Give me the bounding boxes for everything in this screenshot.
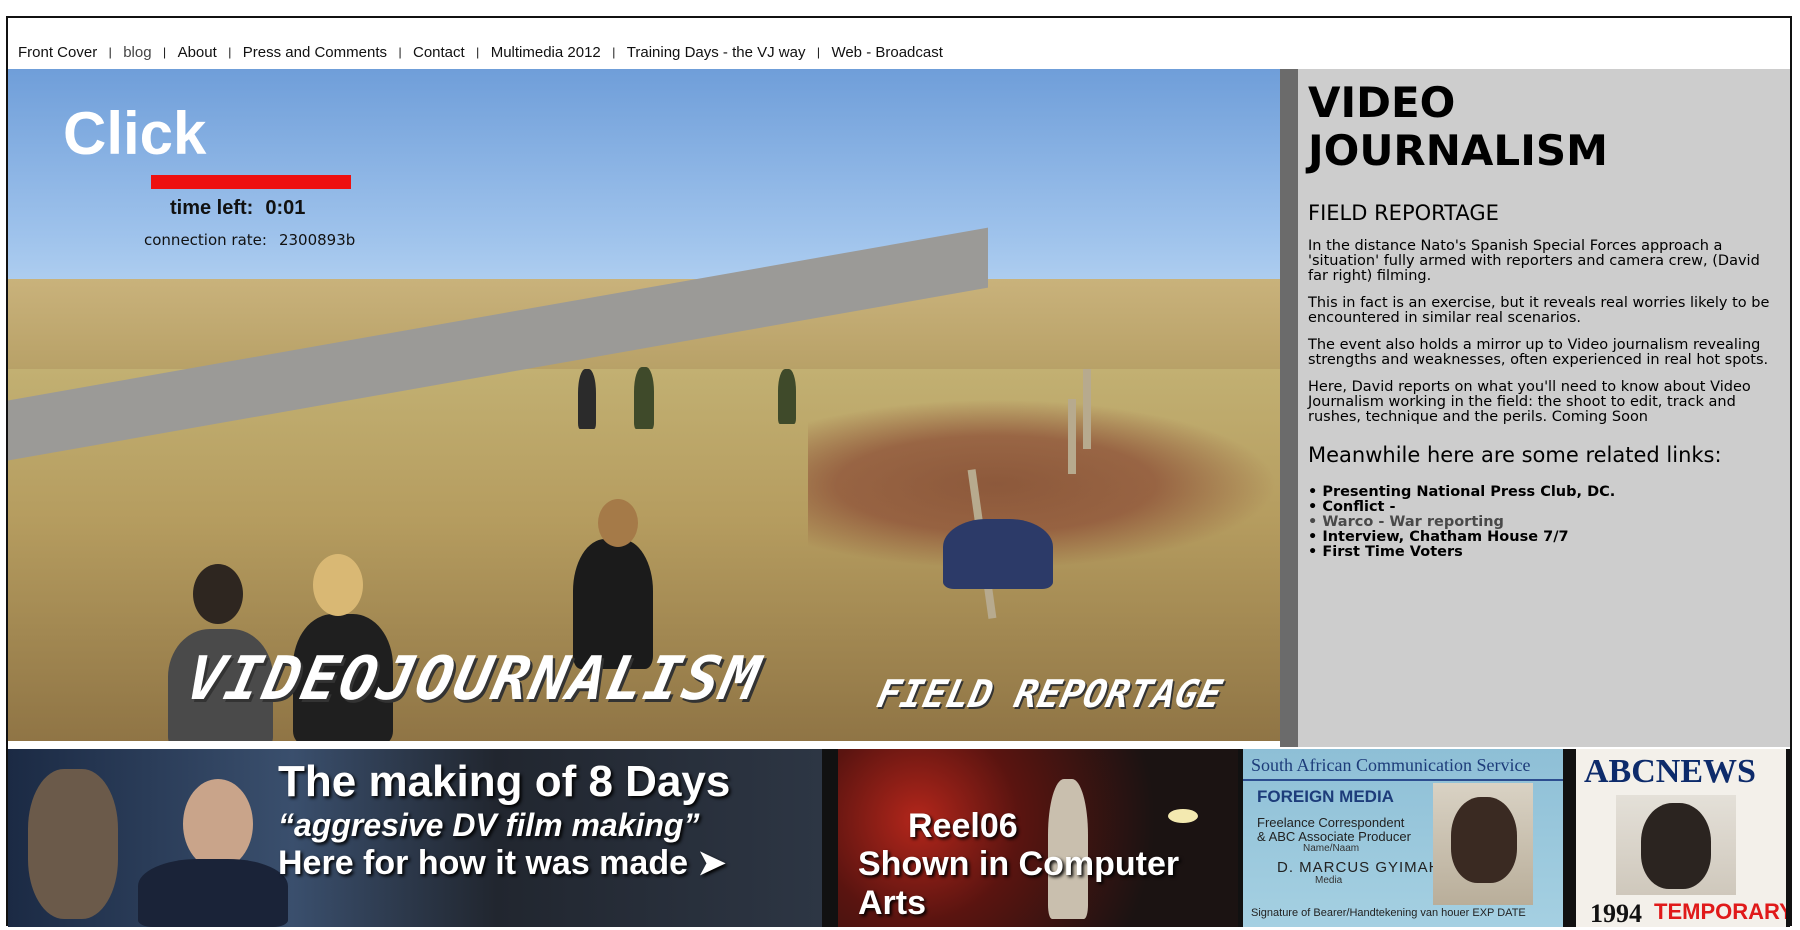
nav-blog[interactable]: blog [123,44,151,61]
card-role-line2: & ABC Associate Producer [1257,829,1411,844]
card-role-line1: Freelance Correspondent [1257,815,1405,830]
nav-multimedia-2012[interactable]: Multimedia 2012 [491,44,601,61]
connection-rate-label: connection rate: [144,231,267,249]
card-photo [1433,783,1533,905]
related-link-item: • Warco - War reporting [1308,515,1782,530]
related-links-list: • Presenting National Press Club, DC. • … [1308,485,1782,560]
abc-photo [1616,795,1736,895]
press-card-sacs[interactable]: South African Communication Service FORE… [1243,749,1563,927]
promo1-cta[interactable]: Here for how it was made ➤ [278,843,726,883]
card-name: D. MARCUS GYIMAH [1277,859,1441,876]
related-link-item: • Presenting National Press Club, DC. [1308,485,1782,500]
hero-subtitle: FIELD REPORTAGE [873,672,1226,716]
bottom-promo-strip: The making of 8 Days “aggresive DV film … [8,749,1790,927]
related-link-item: • First Time Voters [1308,545,1782,560]
loading-progress-fill [151,175,351,189]
actor-face [28,769,118,919]
press-card-abc-news[interactable]: ABCNEWS 1994 TEMPORARY [1576,749,1786,927]
body-paragraph: In the distance Nato's Spanish Special F… [1308,238,1760,284]
link-warco[interactable]: • Warco - War reporting [1308,514,1504,530]
hero-video-player[interactable]: Click time left: 0:01 connection rate: 230… [8,69,1280,741]
top-navigation: Front Cover | blog | About | Press and C… [18,42,943,62]
reporter-head [313,554,363,616]
fence-post [1083,369,1091,449]
promo2-title: Reel06 [908,807,1018,845]
card-media-label: Media [1315,875,1343,886]
link-conflict[interactable]: • Conflict - [1308,499,1396,515]
ceiling-light [1168,809,1198,823]
nav-separator: | [476,45,480,59]
sidebar-border [1280,69,1298,747]
card-face [1451,797,1517,883]
promo1-title: The making of 8 Days [278,757,731,806]
nav-separator: | [163,45,167,59]
connection-rate-value: 2300893b [278,231,356,249]
nav-web-broadcast[interactable]: Web - Broadcast [831,44,942,61]
nav-separator: | [398,45,402,59]
nav-separator: | [612,45,616,59]
promo2-subtitle: Shown in Computer Arts [858,845,1180,922]
soldier-figure [578,369,596,429]
hero-title: VIDEOJOURNALISM [180,644,768,714]
card-foreign-media: FOREIGN MEDIA [1257,787,1394,806]
nav-separator: | [228,45,232,59]
nav-press-and-comments[interactable]: Press and Comments [243,44,387,61]
nav-about[interactable]: About [178,44,217,61]
abc-temporary-label: TEMPORARY [1654,899,1786,924]
related-links-heading: Meanwhile here are some related links: [1308,443,1722,467]
body-paragraph: This in fact is an exercise, but it reve… [1308,295,1770,326]
section-subtitle: FIELD REPORTAGE [1308,201,1499,225]
actor-face [183,779,253,869]
time-left-value: 0:01 [265,197,306,219]
reporter-head [598,499,638,547]
nav-separator: | [108,45,112,59]
page-title: VIDEO JOURNALISM [1308,79,1782,175]
sidebar: VIDEO JOURNALISM FIELD REPORTAGE In the … [1298,69,1790,747]
time-left-label: time left: [170,197,254,219]
abc-year: 1994 [1590,899,1642,927]
body-paragraph: The event also holds a mirror up to Vide… [1308,337,1769,368]
related-link-item: • Interview, Chatham House 7/7 [1308,530,1782,545]
nav-separator: | [816,45,821,59]
abc-news-logo: ABCNEWS [1584,753,1756,790]
nav-front-cover[interactable]: Front Cover [18,44,97,61]
abc-face [1641,803,1711,889]
card-signature-line: Signature of Bearer/Handtekening van hou… [1251,907,1526,919]
body-paragraph: Here, David reports on what you'll need … [1308,379,1751,425]
link-national-press-club[interactable]: • Presenting National Press Club, DC. [1308,484,1615,500]
connection-rate-readout: connection rate: 2300893b [144,231,355,249]
page-title-line2: JOURNALISM [1308,126,1608,175]
link-chatham-house[interactable]: • Interview, Chatham House 7/7 [1308,529,1569,545]
fence-post [1068,399,1076,474]
soldier-figure [778,369,796,424]
nav-training-days[interactable]: Training Days - the VJ way [627,44,806,61]
card-name-label: Name/Naam [1303,843,1360,854]
link-first-time-voters[interactable]: • First Time Voters [1308,544,1463,560]
card-divider [1243,779,1563,781]
time-left-readout: time left: 0:01 [170,197,305,220]
related-link-item: • Conflict - [1308,500,1782,515]
soldier-figure [634,367,654,429]
card-organization: South African Communication Service [1251,755,1531,775]
loading-progress-bar [151,175,351,189]
reporter-head [193,564,243,624]
promo1-subtitle: “aggresive DV film making” [278,807,700,843]
cameraman-figure [943,519,1053,589]
click-label[interactable]: Click [63,99,206,168]
nav-contact[interactable]: Contact [413,44,465,61]
actor-suit [138,859,288,927]
promo-making-of-8-days[interactable]: The making of 8 Days “aggresive DV film … [8,749,822,927]
promo-reel06[interactable]: Reel06 Shown in Computer Arts [838,749,1238,927]
page-title-line1: VIDEO [1308,78,1456,127]
